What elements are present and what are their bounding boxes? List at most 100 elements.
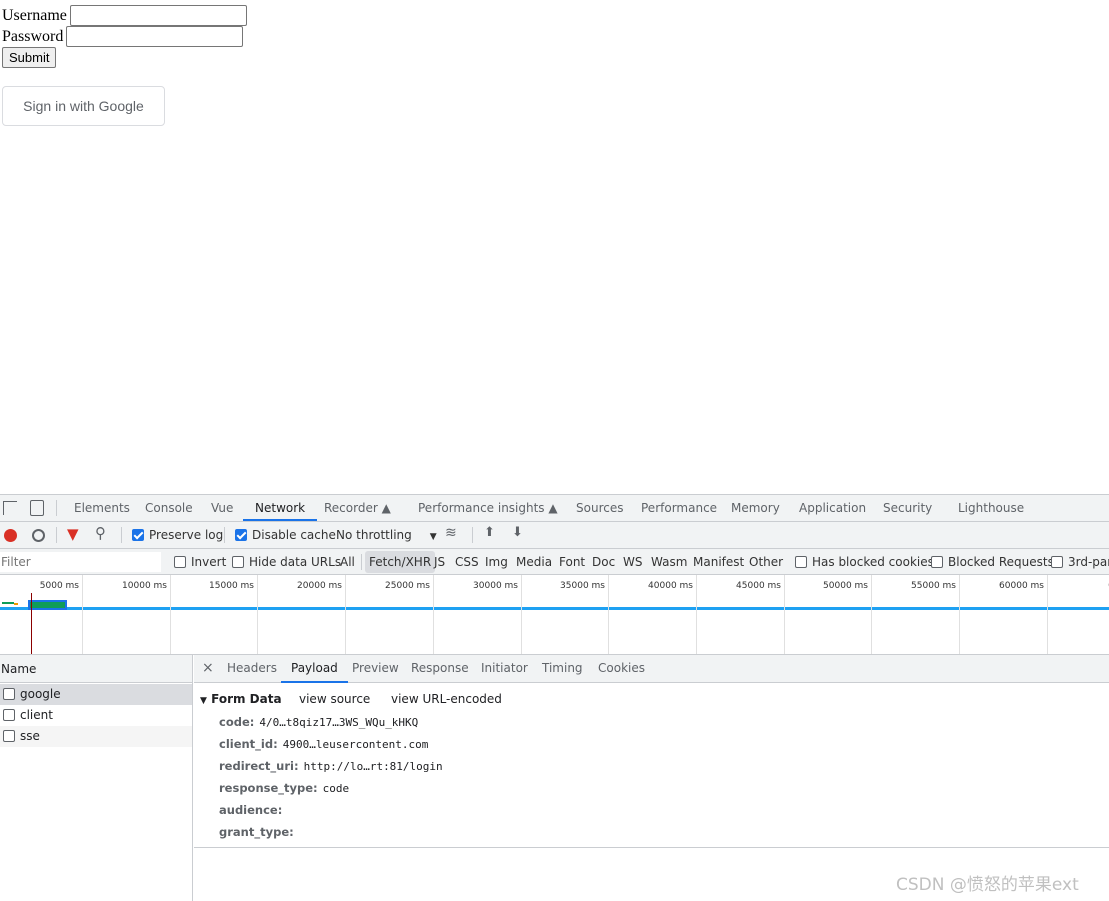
search-icon[interactable]: ⚲ [95,524,106,542]
timeline-gridline [82,575,83,654]
username-row: Username [2,5,247,26]
type-filter-other[interactable]: Other [749,555,783,569]
filter-icon[interactable]: ▼ [67,525,79,543]
form-data-toggle[interactable]: ▼ Form Data [200,692,282,706]
submit-button[interactable]: Submit [2,47,57,68]
form-field: response_type: code [219,781,349,795]
type-filter-fetch-xhr[interactable]: Fetch/XHR [365,551,436,573]
hide-data-urls-label: Hide data URLs [249,555,342,569]
type-filter-ws[interactable]: WS [623,555,642,569]
tab-performance-insights[interactable]: Performance insights ▲ [418,495,558,521]
form-field: grant_type: [219,825,299,839]
tab-lighthouse[interactable]: Lighthouse [958,495,1024,521]
tab-recorder[interactable]: Recorder ▲ [324,495,391,521]
request-bar [2,602,14,604]
watermark: CSDN @愤怒的苹果ext [896,875,1079,895]
import-har-icon[interactable]: ⬆ [484,525,495,540]
field-value[interactable]: code [323,782,350,795]
tab-vue[interactable]: Vue [211,495,233,521]
network-overview-timeline[interactable]: 5000 ms 10000 ms 15000 ms 20000 ms 25000 ms 3… [0,575,1109,655]
timeline-gridline [170,575,171,654]
password-input[interactable] [66,26,244,47]
request-row-sse[interactable]: sse [0,726,192,747]
timeline-tick-label: 10000 ms [122,581,167,591]
field-value[interactable]: http://lo…rt:81/login [304,760,443,773]
tab-response[interactable]: Response [411,655,469,681]
record-icon[interactable] [4,529,17,542]
filter-input[interactable] [0,552,161,572]
tab-preview[interactable]: Preview [352,655,399,681]
export-har-icon[interactable]: ⬇ [512,525,523,540]
timeline-tick-label: 5000 ms [39,581,79,591]
third-party-checkbox[interactable]: 3rd-par [1051,555,1109,569]
password-row: Password [2,26,244,47]
preserve-log-checkbox[interactable]: Preserve log [132,528,223,542]
flask-icon: ▲ [381,501,391,515]
tab-memory[interactable]: Memory [731,495,780,521]
tab-payload[interactable]: Payload [281,655,348,683]
tab-headers[interactable]: Headers [227,655,277,681]
network-conditions-icon[interactable]: ≋ [445,525,457,541]
inspect-element-icon[interactable] [3,501,17,515]
detail-tabbar: × Headers Payload Preview Response Initi… [194,655,1109,683]
flask-icon: ▲ [548,501,558,515]
type-filter-wasm[interactable]: Wasm [651,555,687,569]
tab-security[interactable]: Security [883,495,932,521]
timeline-gridline [784,575,785,654]
google-signin-button[interactable]: Sign in with Google [2,86,165,126]
tab-application[interactable]: Application [799,495,866,521]
type-filter-doc[interactable]: Doc [592,555,615,569]
disable-cache-checkbox[interactable]: Disable cache [235,528,336,542]
password-label: Password [2,27,64,45]
dropdown-arrow-icon: ▼ [429,532,437,542]
name-column-header[interactable]: Name [0,655,192,683]
request-row-google[interactable]: google [0,684,192,705]
tab-cookies[interactable]: Cookies [598,655,645,681]
devtools-panel: Elements Console Vue Network Recorder ▲ … [0,494,1109,901]
timeline-tick-label: 35000 ms [560,581,605,591]
type-filter-media[interactable]: Media [516,555,552,569]
username-input[interactable] [69,5,247,26]
close-icon[interactable]: × [202,655,214,681]
tab-sources[interactable]: Sources [576,495,623,521]
type-filter-js[interactable]: JS [434,555,445,569]
type-filter-manifest[interactable]: Manifest [693,555,744,569]
request-bar [14,603,18,605]
tab-console[interactable]: Console [145,495,193,521]
device-toolbar-icon[interactable] [30,500,44,516]
form-field: client_id: 4900…leusercontent.com [219,737,428,751]
tab-network[interactable]: Network [243,495,318,521]
tab-performance[interactable]: Performance [641,495,717,521]
type-filter-all[interactable]: All [340,555,355,569]
disable-cache-label: Disable cache [252,528,336,542]
invert-label: Invert [191,555,227,569]
invert-checkbox[interactable]: Invert [174,555,226,569]
tab-elements[interactable]: Elements [74,495,130,521]
timeline-tick-label: 55000 ms [911,581,956,591]
has-blocked-cookies-label: Has blocked cookies [812,555,934,569]
field-value[interactable]: 4/0…t8qiz17…3WS_WQu_kHKQ [259,716,418,729]
field-value[interactable]: 4900…leusercontent.com [283,738,429,751]
tab-timing[interactable]: Timing [542,655,583,681]
type-filter-img[interactable]: Img [485,555,508,569]
request-name: google [20,687,61,701]
view-url-encoded-link[interactable]: view URL-encoded [391,692,502,706]
request-row-client[interactable]: client [0,705,192,726]
view-source-link[interactable]: view source [299,692,370,706]
tab-initiator[interactable]: Initiator [481,655,528,681]
tab-label: Performance insights [418,501,545,515]
timeline-gridline [433,575,434,654]
clear-icon[interactable] [32,529,45,542]
timeline-gridline [345,575,346,654]
type-filter-font[interactable]: Font [559,555,585,569]
blocked-requests-label: Blocked Requests [948,555,1054,569]
type-filter-css[interactable]: CSS [455,555,479,569]
form-field: redirect_uri: http://lo…rt:81/login [219,759,443,773]
timeline-tick-label: 60000 ms [999,581,1044,591]
blocked-requests-checkbox[interactable]: Blocked Requests [931,555,1054,569]
has-blocked-cookies-checkbox[interactable]: Has blocked cookies [795,555,934,569]
request-name: sse [20,729,40,743]
network-toolbar: ▼ ⚲ Preserve log Disable cache No thrott… [0,522,1109,549]
hide-data-urls-checkbox[interactable]: Hide data URLs [232,555,341,569]
throttling-select[interactable]: No throttling ▼ [336,528,437,542]
